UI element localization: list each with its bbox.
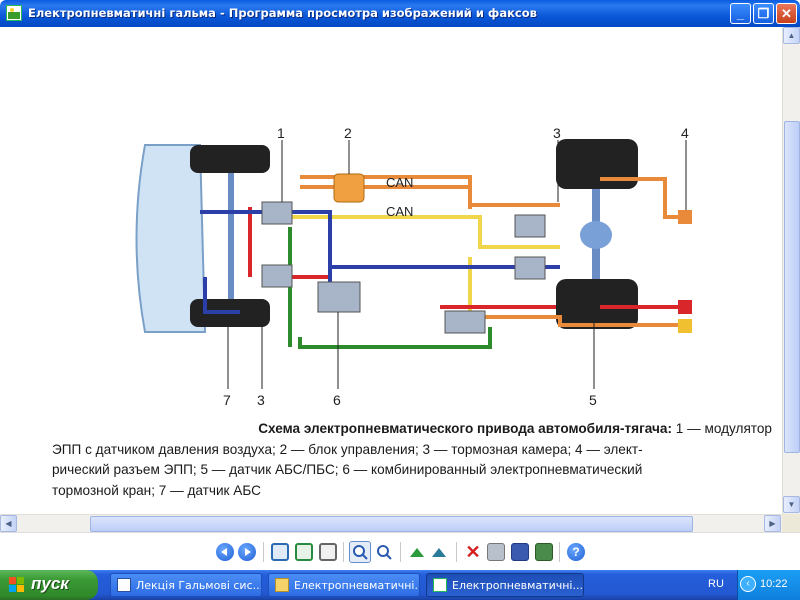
window-title: Електропневматичні гальма - Программа пр… bbox=[28, 6, 537, 20]
help-button[interactable]: ? bbox=[567, 543, 585, 561]
maximize-button[interactable]: ❐ bbox=[753, 3, 774, 24]
show-hidden-icons-button[interactable]: ‹ bbox=[740, 576, 756, 592]
brake-valve bbox=[317, 281, 361, 313]
taskbar-item-label: Електропневматичні... bbox=[294, 579, 420, 592]
delete-icon: ✕ bbox=[465, 542, 481, 562]
callout-1: 1 bbox=[277, 125, 285, 141]
rotate-counterclockwise-button[interactable] bbox=[430, 543, 448, 561]
taskbar-item-label: Електропневматичні... bbox=[452, 579, 583, 592]
caption-line-3: рический разъем ЭПП; 5 — датчик АБС/ПБС;… bbox=[52, 462, 643, 477]
callout-2: 2 bbox=[344, 125, 352, 141]
taskbar-item-word-document[interactable]: Лекція Гальмові сис... bbox=[110, 573, 262, 597]
language-indicator[interactable]: RU bbox=[708, 578, 724, 590]
differential bbox=[580, 221, 612, 249]
title-bar: Електропневматичні гальма - Программа пр… bbox=[0, 0, 800, 27]
viewer-toolbar: ✕ ? bbox=[0, 532, 800, 570]
figure-caption: Схема электропневматического привода авт… bbox=[52, 419, 772, 501]
callout-4: 4 bbox=[681, 125, 689, 141]
caption-line-4: тормозной кран; 7 — датчик АБС bbox=[52, 482, 261, 498]
zoom-in-icon bbox=[353, 545, 368, 560]
clock: 10:22 bbox=[760, 578, 788, 590]
toolbar-separator bbox=[400, 542, 401, 562]
start-label: пуск bbox=[31, 574, 69, 593]
minimize-button[interactable]: _ bbox=[730, 3, 751, 24]
taskbar: пуск Лекція Гальмові сис... Електропневм… bbox=[0, 570, 800, 600]
help-icon: ? bbox=[572, 545, 580, 559]
word-document-icon bbox=[117, 578, 131, 592]
front-axle bbox=[228, 173, 234, 299]
scroll-down-button[interactable]: ▼ bbox=[783, 496, 800, 513]
zoom-in-button[interactable] bbox=[349, 541, 371, 563]
print-button[interactable] bbox=[487, 543, 505, 561]
modulator-front-left bbox=[261, 201, 293, 225]
vertical-scroll-thumb[interactable] bbox=[784, 121, 800, 453]
toolbar-separator bbox=[456, 542, 457, 562]
caption-title: Схема электропневматического привода авт… bbox=[258, 421, 672, 436]
image-viewport: 1 2 3 4 7 3 6 5 CAN CAN Схема электропне… bbox=[0, 27, 782, 514]
next-image-button[interactable] bbox=[238, 543, 256, 561]
toolbar-separator bbox=[343, 542, 344, 562]
folder-icon bbox=[275, 578, 289, 592]
scroll-right-button[interactable]: ▶ bbox=[764, 515, 781, 532]
rotate-counterclockwise-icon bbox=[432, 548, 446, 557]
modulator-rear-left bbox=[514, 214, 546, 238]
delete-button[interactable]: ✕ bbox=[464, 543, 482, 561]
horizontal-scroll-thumb[interactable] bbox=[90, 516, 693, 532]
zoom-out-button[interactable] bbox=[375, 543, 393, 561]
system-tray: ‹ 10:22 bbox=[737, 570, 800, 600]
scrollbar-corner bbox=[782, 514, 800, 532]
best-fit-button[interactable] bbox=[271, 543, 289, 561]
close-button[interactable]: ✕ bbox=[776, 3, 797, 24]
caption-line-1: 1 — модулятор bbox=[671, 421, 772, 436]
modulator-front-right bbox=[261, 264, 293, 288]
callout-7: 7 bbox=[223, 392, 231, 408]
scroll-left-button[interactable]: ◀ bbox=[0, 515, 17, 532]
control-unit bbox=[333, 173, 365, 203]
slideshow-button[interactable] bbox=[319, 543, 337, 561]
actual-size-button[interactable] bbox=[295, 543, 313, 561]
front-left-wheel bbox=[190, 145, 270, 173]
taskbar-item-folder[interactable]: Електропневматичні... bbox=[268, 573, 420, 597]
connector-red bbox=[678, 300, 692, 314]
scroll-up-button[interactable]: ▲ bbox=[783, 27, 800, 44]
callout-3: 3 bbox=[553, 125, 561, 141]
image-viewer-icon bbox=[433, 578, 447, 592]
connector-orange bbox=[678, 210, 692, 224]
callout-6: 6 bbox=[333, 392, 341, 408]
toolbar-separator bbox=[559, 542, 560, 562]
zoom-out-icon bbox=[377, 545, 392, 560]
horizontal-scrollbar[interactable]: ◀ ▶ bbox=[0, 514, 782, 532]
toolbar-separator bbox=[263, 542, 264, 562]
rear-left-wheels bbox=[556, 139, 638, 189]
rear-right-wheels bbox=[556, 279, 638, 329]
modulator-rear-right bbox=[514, 256, 546, 280]
can-label-1: CAN bbox=[386, 175, 413, 190]
image-viewer-icon bbox=[6, 5, 22, 21]
rotate-clockwise-button[interactable] bbox=[408, 543, 426, 561]
rotate-clockwise-icon bbox=[410, 548, 424, 557]
callout-5: 5 bbox=[589, 392, 597, 408]
taskbar-item-image-viewer[interactable]: Електропневматичні... bbox=[426, 573, 584, 597]
taskbar-item-label: Лекція Гальмові сис... bbox=[136, 579, 262, 592]
save-button[interactable] bbox=[511, 543, 529, 561]
vertical-scrollbar[interactable]: ▲ ▼ bbox=[782, 27, 800, 514]
connector-yellow bbox=[678, 319, 692, 333]
can-label-2: CAN bbox=[386, 204, 413, 219]
windows-logo-icon bbox=[9, 577, 25, 593]
callout-3b: 3 bbox=[257, 392, 265, 408]
previous-image-button[interactable] bbox=[216, 543, 234, 561]
edit-button[interactable] bbox=[535, 543, 553, 561]
caption-line-2: ЭПП с датчиком давления воздуха; 2 — бло… bbox=[52, 441, 643, 457]
air-tank-valve bbox=[444, 310, 486, 334]
start-button[interactable]: пуск bbox=[0, 570, 98, 600]
